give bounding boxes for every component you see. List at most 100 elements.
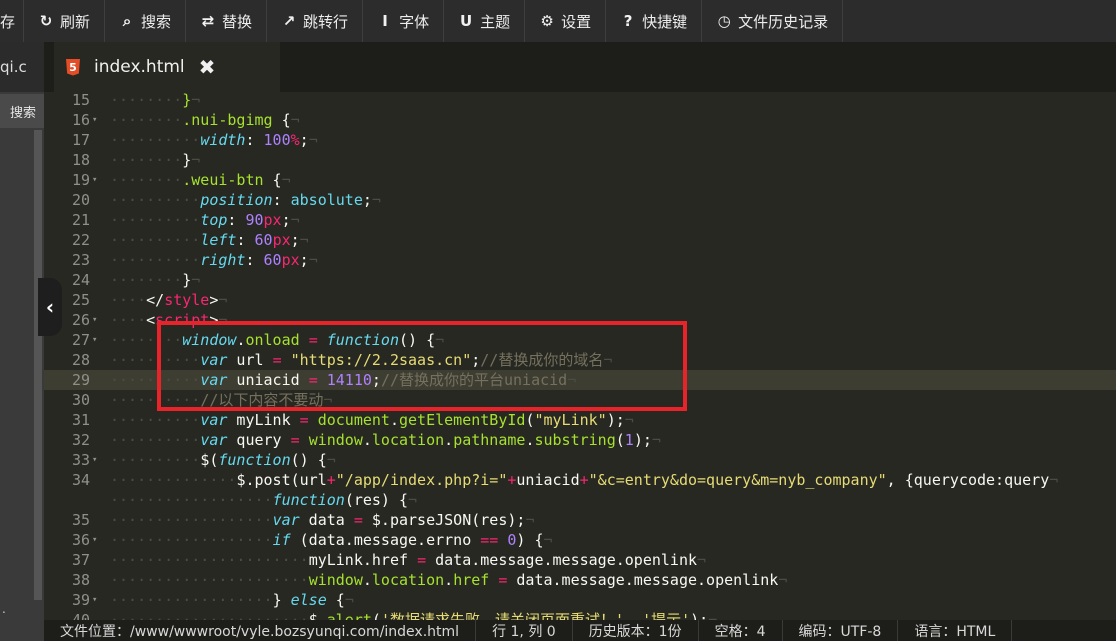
tab-index-html[interactable]: 5 index.html ✖: [54, 42, 280, 92]
fold-toggle-icon[interactable]: ▾: [92, 110, 97, 130]
fold-toggle-icon[interactable]: ▾: [92, 330, 97, 350]
gear-icon: ⚙: [540, 12, 554, 30]
code-text: ······················myLink.href = data…: [110, 551, 707, 569]
fold-toggle-icon[interactable]: ▾: [92, 450, 97, 470]
collapse-panel-button[interactable]: ‹: [38, 278, 62, 336]
line-number: 29: [71, 371, 90, 389]
code-text: ··········left: 60px;¬: [110, 231, 309, 249]
code-text: ··················if (data.message.errno…: [110, 531, 553, 549]
line-number: 17: [71, 131, 90, 149]
font-label: 字体: [399, 12, 430, 31]
code-line[interactable]: 20 ··········position: absolute;¬: [44, 190, 1116, 210]
code-editor[interactable]: 15 ········}¬ 16 ▾ ········.nui-bgimg {¬ 17 ··…: [44, 92, 1116, 620]
code-line[interactable]: 21 ··········top: 90px;¬: [44, 210, 1116, 230]
code-line[interactable]: 28 ··········var url = "https://2.2saas.c…: [44, 350, 1116, 370]
toolbar-save-button[interactable]: 存: [0, 0, 24, 42]
code-line[interactable]: 33 ▾ ··········$(function() {¬: [44, 450, 1116, 470]
code-line[interactable]: 32 ··········var query = window.location.…: [44, 430, 1116, 450]
code-line[interactable]: 16 ▾ ········.nui-bgimg {¬: [44, 110, 1116, 130]
theme-icon: U: [459, 12, 473, 30]
file-panel-search-button[interactable]: 搜索: [0, 94, 44, 128]
status-item: 历史版本：1份: [573, 620, 699, 641]
code-line[interactable]: 23 ··········right: 60px;¬: [44, 250, 1116, 270]
fold-toggle-icon[interactable]: ▾: [92, 310, 97, 330]
code-line[interactable]: 30 ··········//以下内容不要动¬: [44, 390, 1116, 410]
code-line[interactable]: 25 ····</style>¬: [44, 290, 1116, 310]
line-number: 23: [71, 251, 90, 269]
code-text: ··········var url = "https://2.2saas.cn"…: [110, 351, 613, 369]
code-text: ··········right: 60px;¬: [110, 251, 318, 269]
status-item: 编码：UTF-8: [783, 620, 899, 641]
help-icon: ?: [623, 12, 633, 30]
fold-toggle-icon[interactable]: ▾: [92, 170, 97, 190]
search-button[interactable]: ⌕ 搜索: [105, 0, 187, 42]
code-text: ········.nui-bgimg {¬: [110, 111, 300, 129]
line-number: 35: [71, 511, 90, 529]
status-item: 空格：4: [699, 620, 783, 641]
code-line[interactable]: 35 ··················var data = $.parseJS…: [44, 510, 1116, 530]
status-bar: 文件位置：/www/wwwroot/vyle.bozsyunqi.com/ind…: [44, 620, 1116, 641]
code-text: ··········var myLink = document.getEleme…: [110, 411, 634, 429]
refresh-button[interactable]: ↻ 刷新: [24, 0, 106, 42]
code-line[interactable]: 26 ▾ ····<script>¬: [44, 310, 1116, 330]
replace-button[interactable]: ⇄ 替换: [186, 0, 268, 42]
file-panel-tab[interactable]: qi.c: [0, 42, 44, 92]
save-label: 存: [0, 12, 16, 31]
file-history-button[interactable]: ◷ 文件历史记录: [702, 0, 844, 42]
code-line[interactable]: 18 ········}¬: [44, 150, 1116, 170]
toolbar: 存 ↻ 刷新 ⌕ 搜索 ⇄ 替换 ↗ 跳转行 I 字体 U 主题 ⚙ 设置 ? 快捷键 ◷ 文件历…: [0, 0, 1116, 42]
code-text: ····</style>¬: [110, 291, 228, 309]
code-line[interactable]: 15 ········}¬: [44, 92, 1116, 110]
goto-line-button[interactable]: ↗ 跳转行: [267, 0, 364, 42]
tab-label: index.html: [94, 57, 185, 77]
code-text: ··········position: absolute;¬: [110, 191, 381, 209]
font-button[interactable]: I 字体: [363, 0, 445, 42]
settings-button[interactable]: ⚙ 设置: [525, 0, 607, 42]
code-text: ··········//以下内容不要动¬: [110, 391, 333, 409]
code-line[interactable]: 19 ▾ ········.weui-btn {¬: [44, 170, 1116, 190]
status-item: 语言：HTML: [898, 620, 1013, 641]
search-label: 搜索: [141, 12, 172, 31]
line-number: 28: [71, 351, 90, 369]
line-number: 36: [71, 531, 90, 549]
code-line[interactable]: 34 ··············$.post(url+"/app/index.p…: [44, 470, 1116, 490]
code-text: ····<script>¬: [110, 311, 228, 329]
line-number: 18: [71, 151, 90, 169]
line-number: 37: [71, 551, 90, 569]
tab-bar: 5 index.html ✖: [44, 42, 1116, 92]
code-text: ··········var uniacid = 14110;//替换成你的平台u…: [110, 371, 577, 389]
status-item: 文件位置：/www/wwwroot/vyle.bozsyunqi.com/ind…: [44, 620, 477, 641]
code-line[interactable]: 27 ▾ ········window.onload = function() {¬: [44, 330, 1116, 350]
goto-line-label: 跳转行: [303, 12, 349, 31]
code-line[interactable]: 24 ········}¬: [44, 270, 1116, 290]
code-text: ········.weui-btn {¬: [110, 171, 291, 189]
code-line[interactable]: ··················function(res) {¬: [44, 490, 1116, 510]
code-line[interactable]: 22 ··········left: 60px;¬: [44, 230, 1116, 250]
close-icon[interactable]: ✖: [199, 55, 216, 79]
code-text: ··················var data = $.parseJSON…: [110, 511, 535, 529]
code-line[interactable]: 40 ······················$.alert('数据请求失败，…: [44, 610, 1116, 620]
fold-toggle-icon[interactable]: ▾: [92, 590, 97, 610]
code-line[interactable]: 37 ······················myLink.href = da…: [44, 550, 1116, 570]
file-history-label: 文件历史记录: [738, 12, 829, 31]
code-line[interactable]: 38 ······················window.location.…: [44, 570, 1116, 590]
code-line[interactable]: 31 ··········var myLink = document.getEle…: [44, 410, 1116, 430]
search-icon: ⌕: [122, 12, 132, 30]
theme-label: 主题: [480, 12, 511, 31]
code-line[interactable]: 39 ▾ ··················} else {¬: [44, 590, 1116, 610]
html5-icon: 5: [66, 58, 80, 76]
code-line[interactable]: 17 ··········width: 100%;¬: [44, 130, 1116, 150]
fold-toggle-icon[interactable]: ▾: [92, 530, 97, 550]
code-text: ········}¬: [110, 92, 201, 109]
line-number: 31: [71, 411, 90, 429]
code-text: ··········var query = window.location.pa…: [110, 431, 661, 449]
line-number: 15: [71, 92, 90, 109]
theme-button[interactable]: U 主题: [444, 0, 526, 42]
code-text: ········}¬: [110, 271, 201, 289]
shortcuts-button[interactable]: ? 快捷键: [606, 0, 703, 42]
line-number: 30: [71, 391, 90, 409]
line-number: 40: [71, 611, 90, 620]
code-line[interactable]: 29 ··········var uniacid = 14110;//替换成你的平…: [44, 370, 1116, 390]
file-panel-scrollbar[interactable]: [34, 130, 42, 600]
code-line[interactable]: 36 ▾ ··················if (data.message.er…: [44, 530, 1116, 550]
